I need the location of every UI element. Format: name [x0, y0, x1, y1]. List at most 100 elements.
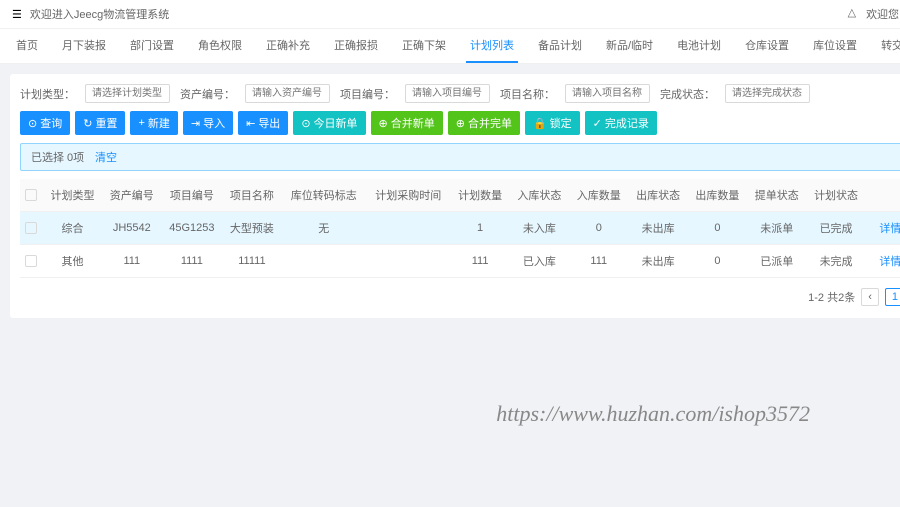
import-button[interactable]: ⇥导入 [183, 111, 233, 135]
filter-asset-label: 资产编号： [180, 86, 235, 102]
filter-proj-label: 项目编号： [340, 86, 395, 102]
cell-actions: 详情编辑计划状态 [866, 212, 900, 245]
merge-new-button[interactable]: ⊕合并新单 [371, 111, 443, 135]
welcome-text: 欢迎进入Jeecg物流管理系统 [30, 6, 169, 22]
col-header-4: 项目名称 [222, 179, 281, 212]
cell-outqty: 0 [688, 245, 747, 278]
cell-bill: 已派单 [747, 245, 806, 278]
export-icon: ⇤ [246, 117, 255, 130]
cell-proj: 45G1253 [161, 212, 222, 245]
cell-date [366, 245, 450, 278]
cell-plan: 已完成 [806, 212, 865, 245]
col-header-14: 操作 [866, 179, 900, 212]
filter-type-label: 计划类型： [20, 86, 75, 102]
detail-link[interactable]: 详情 [879, 223, 900, 235]
cell-pname: 大型预装 [222, 212, 281, 245]
reset-button[interactable]: ↻重置 [75, 111, 125, 135]
detail-link[interactable]: 详情 [879, 256, 900, 268]
main: ☰ 欢迎进入Jeecg物流管理系统 △ 欢迎您，管理员 退出登录 首页月下装报部… [0, 0, 900, 507]
cell-outstatus: 未出库 [628, 212, 687, 245]
filter-status-label: 完成状态： [660, 86, 715, 102]
tab-12[interactable]: 库位设置 [809, 29, 861, 63]
reset-icon: ↻ [83, 117, 92, 130]
page-number[interactable]: 1 [885, 288, 900, 306]
tab-7[interactable]: 计划列表 [466, 29, 518, 63]
col-header-0 [20, 179, 43, 212]
tab-1[interactable]: 月下装报 [58, 29, 110, 63]
cell-loc [282, 245, 366, 278]
filter-status-select[interactable] [725, 84, 810, 103]
tab-8[interactable]: 备品计划 [534, 29, 586, 63]
export-button[interactable]: ⇤导出 [238, 111, 288, 135]
tab-5[interactable]: 正确报损 [330, 29, 382, 63]
lock-icon: 🔒 [533, 117, 547, 130]
search-button[interactable]: ⊙查询 [20, 111, 70, 135]
cell-qty: 111 [450, 245, 509, 278]
tabs-bar: 首页月下装报部门设置角色权限正确补充正确报损正确下架计划列表备品计划新品/临时电… [0, 29, 900, 64]
done-button[interactable]: ✓完成记录 [585, 111, 657, 135]
row-checkbox[interactable] [25, 255, 37, 267]
selection-text: 已选择 0项 [31, 152, 84, 164]
cell-outqty: 0 [688, 212, 747, 245]
col-header-9: 入库数量 [569, 179, 628, 212]
col-header-5: 库位转码标志 [282, 179, 366, 212]
tab-6[interactable]: 正确下架 [398, 29, 450, 63]
col-header-10: 出库状态 [628, 179, 687, 212]
notification-icon[interactable]: △ [848, 6, 856, 22]
tab-13[interactable]: 转交记录 [877, 29, 900, 63]
tab-11[interactable]: 仓库设置 [741, 29, 793, 63]
table-row: 综合JH554245G1253大型预装无1未入库0未出库0未派单已完成详情编辑计… [20, 212, 900, 245]
filter-type-select[interactable] [85, 84, 170, 103]
col-header-12: 提单状态 [747, 179, 806, 212]
selection-bar: 已选择 0项 清空 [20, 143, 900, 171]
cell-instatus: 已入库 [510, 245, 569, 278]
plus-icon: + [138, 117, 144, 129]
col-header-1: 计划类型 [43, 179, 102, 212]
cell-date [366, 212, 450, 245]
clock-icon: ⊙ [301, 117, 310, 130]
collapse-icon[interactable]: ☰ [12, 8, 22, 21]
col-header-7: 计划数量 [450, 179, 509, 212]
tab-3[interactable]: 角色权限 [194, 29, 246, 63]
col-header-3: 项目编号 [161, 179, 222, 212]
cell-outstatus: 未出库 [628, 245, 687, 278]
cell-inqty: 111 [569, 245, 628, 278]
tab-0[interactable]: 首页 [12, 29, 42, 63]
page-info: 1-2 共2条 [808, 289, 855, 305]
col-header-6: 计划采购时间 [366, 179, 450, 212]
checkbox-all[interactable] [25, 189, 37, 201]
topbar: ☰ 欢迎进入Jeecg物流管理系统 △ 欢迎您，管理员 退出登录 [0, 0, 900, 29]
col-header-11: 出库数量 [688, 179, 747, 212]
tab-9[interactable]: 新品/临时 [602, 29, 657, 63]
filter-bar: 计划类型： 资产编号： 项目编号： 项目名称： 完成状态： [20, 84, 900, 103]
filter-proj-input[interactable] [405, 84, 490, 103]
merge-done-button[interactable]: ⊕合并完单 [448, 111, 520, 135]
cell-proj: 1111 [161, 245, 222, 278]
row-checkbox[interactable] [25, 222, 37, 234]
merge-icon: ⊕ [456, 117, 465, 130]
lock-button[interactable]: 🔒锁定 [525, 111, 580, 135]
cell-type: 综合 [43, 212, 102, 245]
merge-icon: ⊕ [379, 117, 388, 130]
cell-instatus: 未入库 [510, 212, 569, 245]
table-row: 其他111111111111111已入库111未出库0已派单未完成详情编辑计划状… [20, 245, 900, 278]
cell-qty: 1 [450, 212, 509, 245]
pagination: 1-2 共2条 ‹ 1 › 10 条/页 [20, 286, 900, 308]
today-button[interactable]: ⊙今日新单 [293, 111, 365, 135]
tab-10[interactable]: 电池计划 [673, 29, 725, 63]
cell-actions: 详情编辑计划状态 [866, 245, 900, 278]
user-greeting: 欢迎您，管理员 [866, 6, 900, 22]
cell-plan: 未完成 [806, 245, 865, 278]
data-table: 计划类型资产编号项目编号项目名称库位转码标志计划采购时间计划数量入库状态入库数量… [20, 179, 900, 278]
check-icon: ✓ [593, 117, 602, 130]
filter-asset-input[interactable] [245, 84, 330, 103]
col-header-13: 计划状态 [806, 179, 865, 212]
filter-pname-input[interactable] [565, 84, 650, 103]
tab-4[interactable]: 正确补充 [262, 29, 314, 63]
prev-page[interactable]: ‹ [861, 288, 879, 306]
tab-2[interactable]: 部门设置 [126, 29, 178, 63]
cell-type: 其他 [43, 245, 102, 278]
clear-selection-link[interactable]: 清空 [95, 152, 117, 164]
col-header-2: 资产编号 [102, 179, 161, 212]
add-button[interactable]: +新建 [130, 111, 177, 135]
